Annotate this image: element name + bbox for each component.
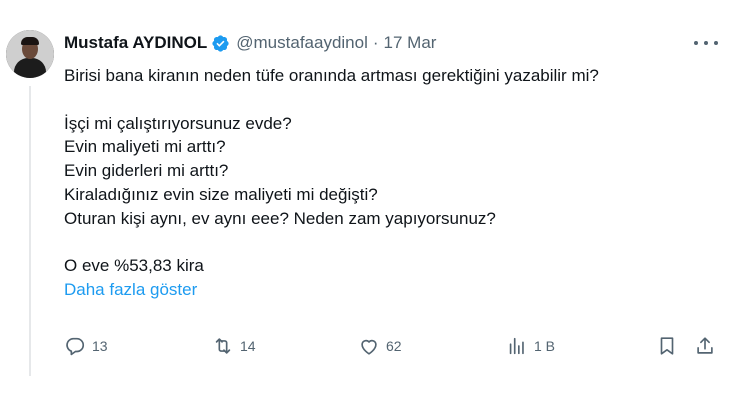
- tweet-line: Kiraladığınız evin size maliyeti mi deği…: [64, 184, 378, 204]
- tweet-card[interactable]: Mustafa AYDINOL @mustafaaydinol · 17 Mar…: [0, 0, 730, 420]
- like-count: 62: [386, 338, 402, 354]
- tweet-header: Mustafa AYDINOL @mustafaaydinol · 17 Mar: [64, 32, 436, 54]
- tweet-line: Evin maliyeti mi arttı?: [64, 137, 226, 157]
- show-more-link[interactable]: Daha fazla göster: [64, 278, 599, 302]
- tweet-line: Oturan kişi aynı, ev aynı eee? Neden zam…: [64, 208, 496, 228]
- like-button[interactable]: 62: [358, 333, 402, 359]
- reply-button[interactable]: 13: [64, 333, 108, 359]
- retweet-icon: [215, 338, 231, 354]
- tweet-line: Evin giderleri mi arttı?: [64, 161, 229, 181]
- views-count: 1 B: [534, 338, 556, 354]
- share-icon: [697, 337, 713, 354]
- views-button[interactable]: 1 B: [506, 333, 555, 359]
- bookmark-icon: [660, 337, 674, 355]
- tweet-line: Birisi bana kiranın neden tüfe oranında …: [64, 66, 599, 85]
- views-icon: [509, 337, 524, 355]
- tweet-line: İşçi mi çalıştırıyorsunuz evde?: [64, 113, 292, 133]
- retweet-button[interactable]: 14: [212, 333, 256, 359]
- thread-line: [29, 86, 31, 376]
- tweet-line: O eve %53,83 kira: [64, 256, 204, 276]
- tweet-date[interactable]: 17 Mar: [384, 33, 437, 53]
- header-separator: ·: [372, 33, 379, 52]
- author-handle[interactable]: @mustafaaydinol: [236, 33, 368, 53]
- action-bar: 13 14 62 1 B: [64, 333, 720, 359]
- share-button[interactable]: [694, 333, 716, 359]
- retweet-count: 14: [240, 338, 256, 354]
- bookmark-button[interactable]: [656, 333, 678, 359]
- more-options-icon[interactable]: [694, 33, 718, 53]
- reply-count: 13: [92, 338, 108, 354]
- verified-badge-icon: [212, 34, 229, 52]
- reply-icon: [66, 337, 85, 356]
- tweet-text: Birisi bana kiranın neden tüfe oranında …: [64, 64, 599, 302]
- avatar[interactable]: [6, 30, 54, 78]
- author-name[interactable]: Mustafa AYDINOL: [64, 33, 207, 53]
- like-icon: [361, 339, 377, 355]
